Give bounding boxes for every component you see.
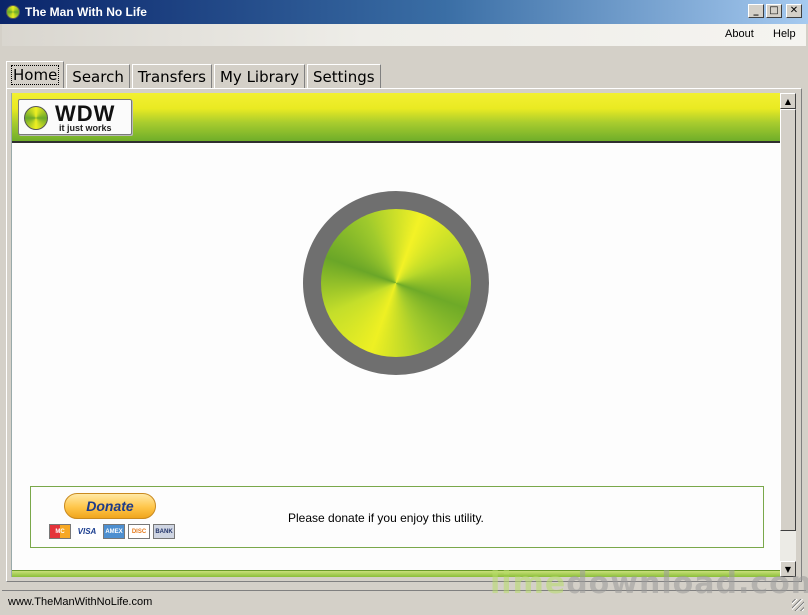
payment-cards: MC VISA AMEX DISC BANK xyxy=(49,524,175,539)
watermark-part2: download.com xyxy=(566,566,808,601)
window-title: The Man With No Life xyxy=(25,5,147,19)
donate-panel: Donate MC VISA AMEX DISC BANK Please don… xyxy=(30,486,764,548)
tab-search-label: Search xyxy=(72,67,124,86)
status-text: www.TheManWithNoLife.com xyxy=(8,596,153,608)
maximize-button[interactable]: □ xyxy=(766,4,782,18)
wdw-logo: WDW it just works xyxy=(18,99,132,135)
watermark: limedownload.com xyxy=(490,566,808,601)
tab-search[interactable]: Search xyxy=(66,64,130,89)
close-button[interactable]: ✕ xyxy=(786,4,802,18)
bank-icon: BANK xyxy=(153,524,175,539)
watermark-part1: lime xyxy=(490,566,567,601)
app-icon xyxy=(6,5,20,19)
tab-strip: Home Search Transfers My Library Setting… xyxy=(6,61,383,89)
lime-logo-large xyxy=(303,191,489,375)
vertical-scrollbar[interactable]: ▲ ▼ xyxy=(780,93,796,577)
tab-transfers[interactable]: Transfers xyxy=(131,64,212,89)
menu-bar: About Help xyxy=(2,24,806,46)
visa-icon: VISA xyxy=(74,524,100,539)
donate-message: Please donate if you enjoy this utility. xyxy=(288,511,484,525)
tab-home[interactable]: Home xyxy=(6,61,65,89)
logo-tagline: it just works xyxy=(59,123,112,133)
tab-settings-label: Settings xyxy=(313,67,375,86)
tab-transfers-label: Transfers xyxy=(137,67,206,86)
window-controls: _ □ ✕ xyxy=(748,4,802,18)
tab-my-library[interactable]: My Library xyxy=(213,64,306,89)
lime-logo-center xyxy=(321,209,471,357)
tab-home-label: Home xyxy=(10,65,60,85)
mastercard-icon: MC xyxy=(49,524,71,539)
donate-button[interactable]: Donate xyxy=(64,493,156,519)
title-bar: The Man With No Life _ □ ✕ xyxy=(0,0,808,24)
scrollbar-thumb[interactable] xyxy=(780,109,796,531)
minimize-button[interactable]: _ xyxy=(748,4,764,18)
tab-my-library-label: My Library xyxy=(219,67,300,86)
home-content: WDW it just works Donate MC VISA AMEX DI… xyxy=(11,93,781,577)
menu-help[interactable]: Help xyxy=(773,28,796,40)
lime-ball-icon xyxy=(24,106,48,130)
menu-about[interactable]: About xyxy=(725,28,754,40)
discover-icon: DISC xyxy=(128,524,150,539)
amex-icon: AMEX xyxy=(103,524,125,539)
header-banner: WDW it just works xyxy=(12,93,781,143)
tab-settings[interactable]: Settings xyxy=(307,64,381,89)
arrow-up-icon[interactable]: ▲ xyxy=(780,93,796,109)
